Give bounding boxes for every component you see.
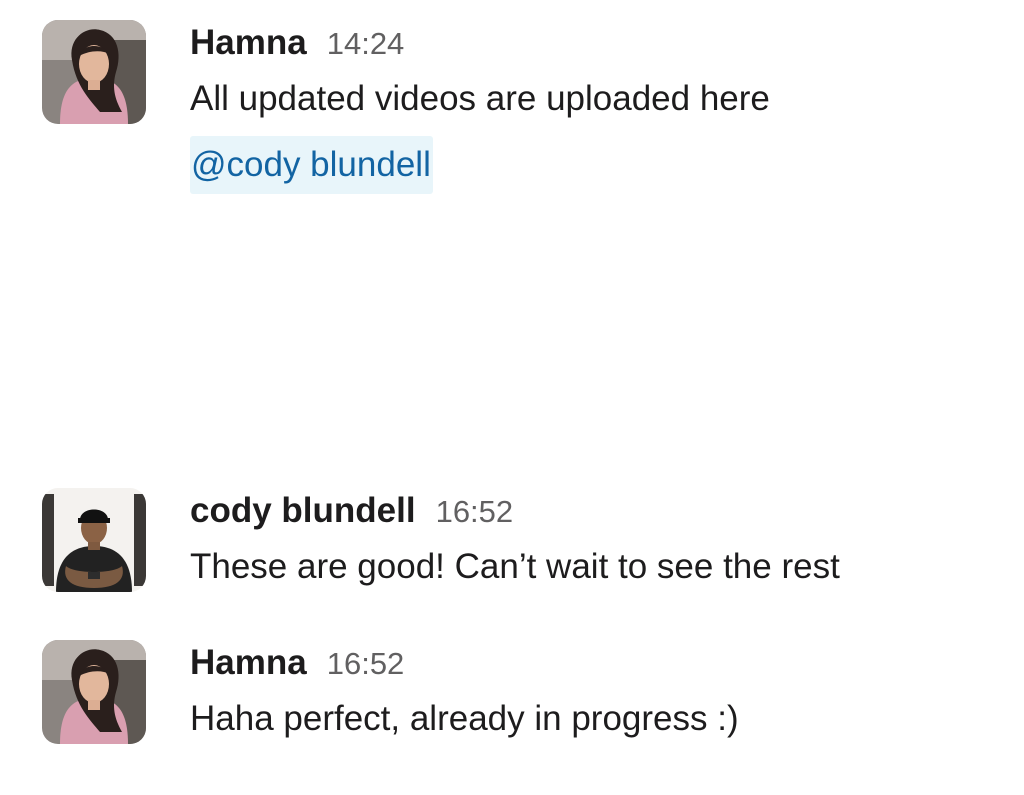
- author-name[interactable]: Hamna: [190, 20, 307, 66]
- message-text: Haha perfect, already in progress :): [190, 699, 739, 738]
- user-mention[interactable]: @cody blundell: [190, 136, 433, 194]
- message-body: Hamna 14:24 All updated videos are uploa…: [190, 20, 1004, 194]
- message-text: These are good! Can’t wait to see the re…: [190, 547, 840, 586]
- avatar-photo-hamna: [42, 20, 146, 124]
- message-header: Hamna 14:24: [190, 20, 1004, 66]
- message-body: cody blundell 16:52 These are good! Can’…: [190, 488, 1004, 590]
- author-name[interactable]: cody blundell: [190, 488, 416, 534]
- message-timestamp[interactable]: 14:24: [327, 21, 405, 67]
- avatar-photo-cody: [42, 488, 146, 592]
- avatar-cody[interactable]: [42, 488, 146, 592]
- avatar-hamna[interactable]: [42, 640, 146, 744]
- message-timestamp[interactable]: 16:52: [436, 489, 514, 535]
- message-text: All updated videos are uploaded here: [190, 79, 770, 118]
- avatar-photo-hamna: [42, 640, 146, 744]
- author-name[interactable]: Hamna: [190, 640, 307, 686]
- message-timestamp[interactable]: 16:52: [327, 641, 405, 687]
- message-header: Hamna 16:52: [190, 640, 1004, 686]
- message-header: cody blundell 16:52: [190, 488, 1004, 534]
- avatar-hamna[interactable]: [42, 20, 146, 124]
- message-body: Hamna 16:52 Haha perfect, already in pro…: [190, 640, 1004, 742]
